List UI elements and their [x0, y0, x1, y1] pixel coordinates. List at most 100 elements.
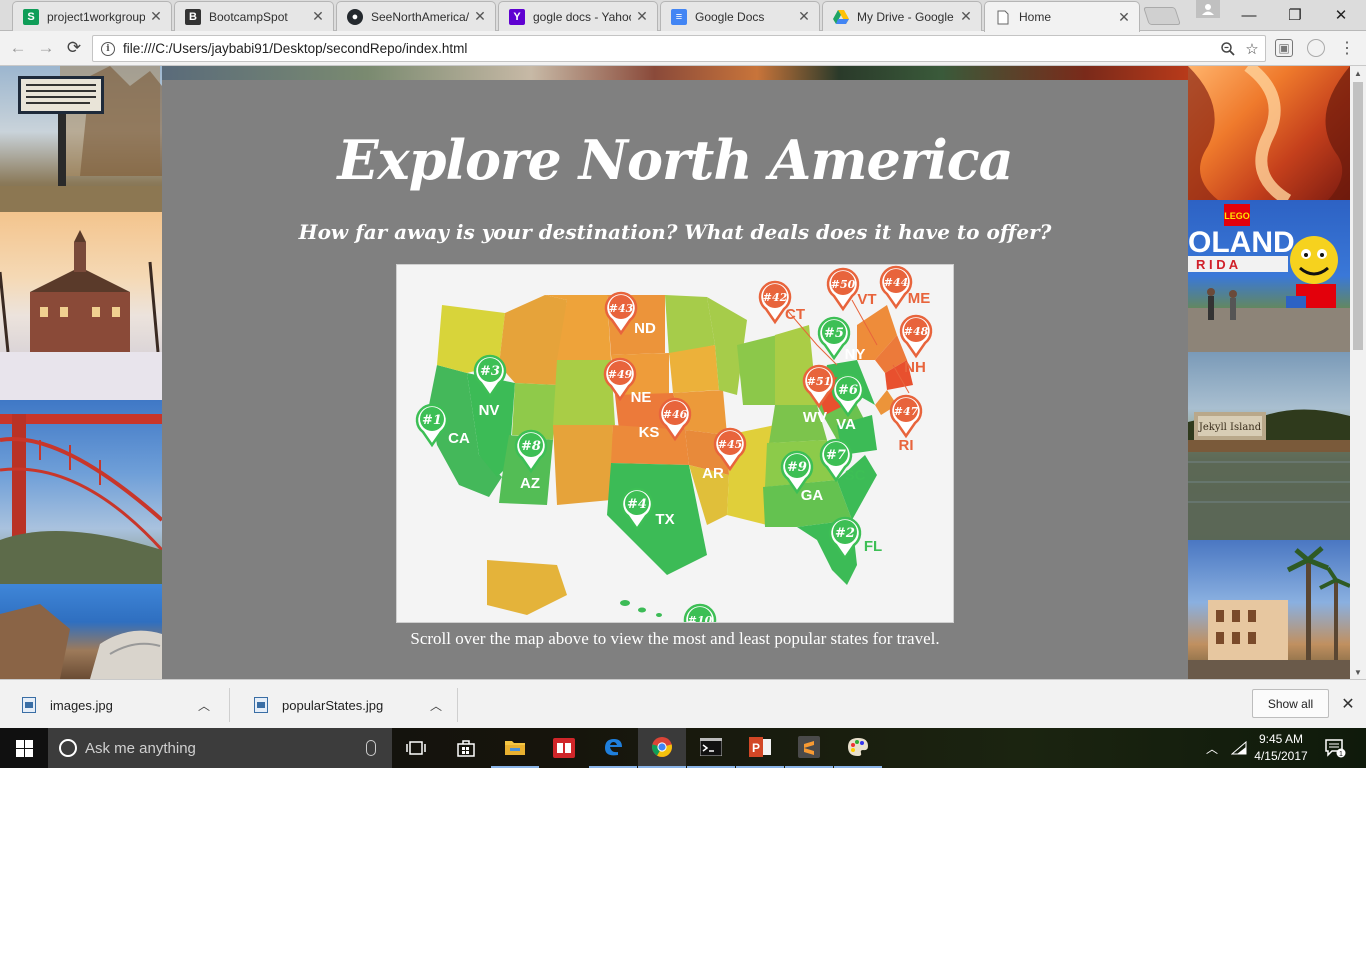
- close-icon[interactable]: ✕: [473, 8, 487, 25]
- minimize-button[interactable]: —: [1226, 2, 1272, 28]
- reader-icon[interactable]: [540, 728, 588, 768]
- map-pin-label: #5: [824, 326, 844, 341]
- address-bar[interactable]: i file:///C:/Users/jaybabi91/Desktop/sec…: [92, 35, 1266, 62]
- blank-area: [0, 768, 1366, 961]
- forward-button[interactable]: →: [34, 36, 58, 60]
- menu-icon[interactable]: ⋮: [1338, 39, 1356, 57]
- state-label-wv: WV: [803, 409, 827, 426]
- powerpoint-icon[interactable]: P: [736, 728, 784, 768]
- action-center-icon[interactable]: 1: [1320, 728, 1350, 768]
- map-pin-label: #10: [688, 614, 713, 623]
- profile-icon[interactable]: [1196, 0, 1220, 18]
- tab-title: gogle docs - Yahoo: [533, 9, 631, 24]
- header-photo-strip: [162, 66, 1188, 80]
- chevron-up-icon[interactable]: ︿: [190, 697, 218, 714]
- system-clock[interactable]: 9:45 AM 4/15/2017: [1250, 731, 1312, 765]
- sublime-icon[interactable]: [785, 728, 833, 768]
- microphone-icon[interactable]: [366, 740, 376, 756]
- extension-icon[interactable]: ▣: [1275, 39, 1293, 57]
- url-text[interactable]: file:///C:/Users/jaybabi91/Desktop/secon…: [123, 41, 1217, 56]
- legoland-florida-photo: LEGO OLAND R I D A: [1188, 200, 1350, 352]
- tab-project1workgroup[interactable]: S project1workgroup ✕: [12, 1, 172, 31]
- main-content-panel: Explore North America How far away is yo…: [162, 80, 1188, 679]
- map-pin-rank-47[interactable]: #47: [889, 394, 923, 439]
- zoom-icon[interactable]: [1217, 38, 1239, 60]
- cortana-search-box[interactable]: Ask me anything: [48, 728, 392, 768]
- back-button[interactable]: ←: [6, 36, 30, 60]
- tab-home[interactable]: Home ✕: [984, 1, 1140, 32]
- map-pin-rank-48[interactable]: #48: [899, 314, 933, 359]
- close-icon[interactable]: ✕: [311, 8, 325, 25]
- close-icon[interactable]: ✕: [1117, 9, 1131, 26]
- restore-button[interactable]: ❐: [1272, 2, 1318, 28]
- tab-yahoo[interactable]: Y gogle docs - Yahoo ✕: [498, 1, 658, 31]
- map-pin-label: #45: [718, 438, 743, 451]
- start-button[interactable]: [0, 728, 48, 768]
- state-label-nv: NV: [479, 402, 500, 419]
- state-label-ga: GA: [801, 487, 824, 504]
- info-icon[interactable]: i: [101, 41, 115, 56]
- edge-icon[interactable]: [589, 728, 637, 768]
- map-pin-label: #7: [826, 448, 846, 463]
- browser-tab-strip: S project1workgroup ✕ B BootcampSpot ✕ ●…: [0, 0, 1366, 32]
- tab-my-drive[interactable]: My Drive - Google ✕: [822, 1, 982, 31]
- close-icon[interactable]: ✕: [797, 8, 811, 25]
- map-pin-label: #48: [904, 325, 929, 338]
- state-label-vt: VT: [857, 291, 876, 308]
- download-item[interactable]: images.jpg ︿: [0, 688, 230, 722]
- state-label-me: ME: [908, 290, 931, 307]
- map-pin-rank-44[interactable]: #44: [879, 265, 913, 310]
- new-tab-button[interactable]: [1143, 7, 1181, 25]
- bookmark-star-icon[interactable]: ☆: [1241, 38, 1263, 60]
- scroll-up-arrow-icon[interactable]: ▲: [1350, 66, 1366, 80]
- file-explorer-icon[interactable]: [491, 728, 539, 768]
- bootcampspot-icon: B: [185, 8, 201, 25]
- close-icon[interactable]: ✕: [959, 8, 973, 25]
- window-close-button[interactable]: ✕: [1318, 2, 1364, 28]
- download-shelf: images.jpg ︿ popularStates.jpg ︿ Show al…: [0, 679, 1366, 728]
- state-label-ne: NE: [631, 389, 652, 406]
- chrome-icon[interactable]: [638, 728, 686, 768]
- paint-icon[interactable]: [834, 728, 882, 768]
- tab-google-docs[interactable]: ≡ Google Docs ✕: [660, 1, 820, 31]
- snowy-campus-photo: [0, 212, 162, 400]
- scrollbar-thumb[interactable]: [1353, 82, 1363, 350]
- tab-bootcampspot[interactable]: B BootcampSpot ✕: [174, 1, 334, 31]
- task-view-icon[interactable]: [392, 728, 440, 768]
- chevron-up-icon[interactable]: ︿: [422, 697, 450, 714]
- map-caption: Scroll over the map above to view the mo…: [410, 629, 940, 648]
- reload-button[interactable]: ⟳: [62, 36, 86, 60]
- download-item[interactable]: popularStates.jpg ︿: [232, 688, 458, 722]
- store-icon[interactable]: [442, 728, 490, 768]
- historical-marker-photo: [0, 66, 162, 212]
- show-all-downloads-button[interactable]: Show all: [1252, 689, 1329, 718]
- state-label-ks: KS: [639, 424, 660, 441]
- close-icon[interactable]: ✕: [635, 8, 649, 25]
- us-map-image[interactable]: ND NE KS AR TX NV CA AZ NY VA WV SC GA FL CT VT ME NH RI #…: [397, 265, 954, 623]
- close-icon[interactable]: ✕: [1338, 694, 1358, 714]
- image-file-icon: [254, 697, 268, 713]
- map-pin-label: #43: [609, 302, 634, 315]
- jekyll-sign-text: Jekyll Island: [1198, 422, 1262, 433]
- close-icon[interactable]: ✕: [149, 8, 163, 25]
- extension-icon[interactable]: [1307, 39, 1325, 57]
- antelope-canyon-photo: [1188, 66, 1350, 200]
- popular-states-map[interactable]: ND NE KS AR TX NV CA AZ NY VA WV SC GA FL CT VT ME NH RI #…: [396, 264, 954, 623]
- page-icon: [995, 9, 1011, 25]
- map-pin-label: #9: [787, 460, 807, 475]
- legoland-sign-text: OLAND: [1188, 226, 1295, 259]
- wifi-icon[interactable]: [1228, 728, 1250, 768]
- tab-title: My Drive - Google: [857, 9, 954, 24]
- map-pin-label: #49: [608, 368, 633, 381]
- terminal-icon[interactable]: [687, 728, 735, 768]
- page-scrollbar[interactable]: ▲ ▼: [1350, 66, 1366, 679]
- scroll-down-arrow-icon[interactable]: ▼: [1350, 665, 1366, 679]
- map-pin-rank-10[interactable]: #10: [683, 603, 717, 623]
- page-title: Explore North America: [337, 128, 1013, 192]
- chevron-up-icon[interactable]: ︿: [1202, 728, 1222, 768]
- tab-seenorthamerica[interactable]: ● SeeNorthAmerica/ ✕: [336, 1, 496, 31]
- state-label-ar: AR: [702, 465, 724, 482]
- state-label-nd: ND: [634, 320, 656, 337]
- map-pin-label: #44: [884, 276, 909, 289]
- tab-title: SeeNorthAmerica/: [371, 9, 469, 24]
